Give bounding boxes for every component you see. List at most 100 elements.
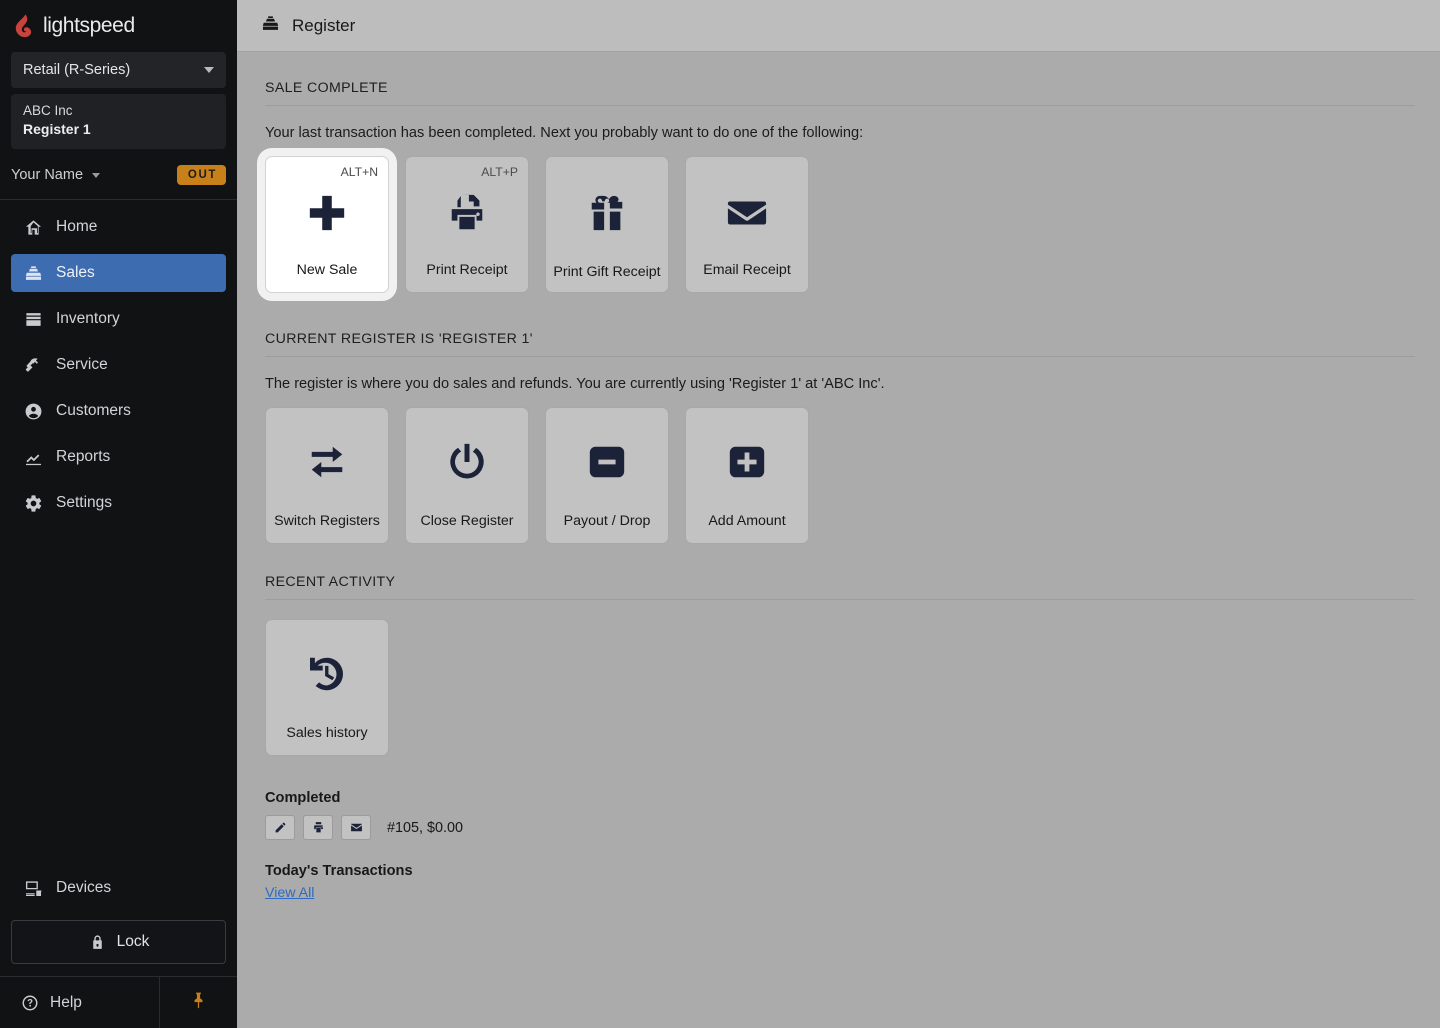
- print-transaction-button[interactable]: [303, 815, 333, 840]
- store-info[interactable]: ABC Inc Register 1: [11, 94, 226, 150]
- close-register-label: Close Register: [420, 513, 514, 530]
- lock-button[interactable]: Lock: [11, 920, 226, 964]
- chevron-down-icon: [92, 172, 101, 178]
- user-name: Your Name: [11, 167, 84, 184]
- printer-icon: [446, 191, 488, 235]
- switch-registers-label: Switch Registers: [274, 513, 380, 530]
- plus-square-icon: [726, 440, 768, 484]
- minus-square-icon: [586, 440, 628, 484]
- sale-complete-tiles: ALT+N New Sale ALT+P Print Receipt Print…: [265, 156, 1415, 293]
- section-heading-sale-complete: SALE COMPLETE: [265, 80, 1415, 106]
- help-button[interactable]: Help: [0, 977, 160, 1028]
- close-register-tile[interactable]: Close Register: [405, 407, 529, 544]
- product-select[interactable]: Retail (R-Series): [11, 52, 226, 88]
- view-all-link[interactable]: View All: [265, 885, 314, 901]
- page-title: Register: [292, 15, 356, 35]
- sidebar-item-sales[interactable]: Sales: [11, 254, 226, 293]
- new-sale-tile[interactable]: ALT+N New Sale: [265, 156, 389, 293]
- chevron-down-icon: [204, 67, 214, 73]
- pin-sidebar-button[interactable]: [160, 977, 237, 1028]
- brand-name: lightspeed: [43, 14, 135, 37]
- completed-title: Completed: [265, 790, 341, 806]
- sidebar-item-label: Customers: [56, 402, 131, 420]
- recent-activity-tiles: Sales history: [265, 619, 1415, 756]
- monitor-icon: [24, 879, 43, 898]
- brand-logo[interactable]: lightspeed: [0, 0, 237, 52]
- section-description-sale-complete: Your last transaction has been completed…: [265, 125, 864, 141]
- power-icon: [446, 440, 488, 484]
- payout-drop-label: Payout / Drop: [563, 513, 651, 530]
- print-gift-receipt-tile[interactable]: Print Gift Receipt: [545, 156, 669, 293]
- new-sale-label: New Sale: [296, 262, 358, 279]
- section-heading-current-register: CURRENT REGISTER IS 'REGISTER 1': [265, 331, 1415, 357]
- envelope-icon: [726, 191, 768, 235]
- current-register-tiles: Switch Registers Close Register Payout /…: [265, 407, 1415, 544]
- user-row: Your Name OUT: [0, 151, 237, 199]
- sidebar-item-label: Sales: [56, 264, 95, 282]
- sidebar-item-label: Inventory: [56, 310, 120, 328]
- section-description-current-register: The register is where you do sales and r…: [265, 376, 885, 392]
- email-receipt-label: Email Receipt: [703, 262, 791, 279]
- email-transaction-button[interactable]: [341, 815, 371, 840]
- email-receipt-tile[interactable]: Email Receipt: [685, 156, 809, 293]
- history-clock-icon: [306, 652, 348, 696]
- sidebar-item-label: Home: [56, 218, 98, 236]
- sales-history-tile[interactable]: Sales history: [265, 619, 389, 756]
- sidebar: lightspeed Retail (R-Series) ABC Inc Reg…: [0, 0, 237, 1028]
- section-heading-recent-activity: RECENT ACTIVITY: [265, 574, 1415, 600]
- person-circle-icon: [24, 402, 43, 421]
- pushpin-icon: [189, 991, 208, 1015]
- sales-history-label: Sales history: [286, 725, 368, 742]
- add-amount-tile[interactable]: Add Amount: [685, 407, 809, 544]
- sidebar-nav: Home Sales Inventory Service Customers R…: [0, 200, 237, 530]
- todays-transactions-title: Today's Transactions: [265, 863, 413, 879]
- question-circle-icon: [20, 993, 39, 1012]
- edit-transaction-button[interactable]: [265, 815, 295, 840]
- completed-block: Completed #105, $0.00 Today's Transactio…: [265, 790, 1415, 902]
- lock-icon: [88, 933, 107, 952]
- register-icon: [24, 264, 43, 283]
- user-menu[interactable]: Your Name: [11, 167, 101, 184]
- sidebar-item-reports[interactable]: Reports: [11, 438, 226, 476]
- gift-icon: [586, 191, 628, 235]
- sidebar-item-service[interactable]: Service: [11, 346, 226, 384]
- hammer-icon: [24, 356, 43, 375]
- plus-icon: [306, 191, 348, 235]
- new-sale-hotkey: ALT+N: [340, 165, 378, 179]
- sidebar-item-label: Reports: [56, 448, 111, 466]
- lock-button-label: Lock: [116, 933, 150, 950]
- sidebar-item-home[interactable]: Home: [11, 208, 226, 246]
- sidebar-item-inventory[interactable]: Inventory: [11, 300, 226, 338]
- add-amount-label: Add Amount: [708, 513, 786, 530]
- lightspeed-flame-icon: [14, 14, 36, 38]
- swap-arrows-icon: [306, 440, 348, 484]
- payout-drop-tile[interactable]: Payout / Drop: [545, 407, 669, 544]
- topbar: Register: [237, 0, 1440, 52]
- print-receipt-label: Print Receipt: [426, 262, 508, 279]
- sidebar-item-settings[interactable]: Settings: [11, 484, 226, 522]
- inventory-box-icon: [24, 310, 43, 329]
- sidebar-item-devices[interactable]: Devices: [0, 868, 237, 908]
- product-select-value: Retail (R-Series): [23, 62, 131, 78]
- content: SALE COMPLETE Your last transaction has …: [237, 52, 1440, 1028]
- sidebar-item-label: Service: [56, 356, 108, 374]
- register-icon: [261, 14, 280, 38]
- app-root: lightspeed Retail (R-Series) ABC Inc Reg…: [0, 0, 1440, 1028]
- sidebar-item-customers[interactable]: Customers: [11, 392, 226, 430]
- completed-summary: #105, $0.00: [387, 819, 464, 836]
- clock-status-badge[interactable]: OUT: [176, 165, 226, 186]
- store-register: Register 1: [23, 121, 91, 138]
- print-gift-receipt-label: Print Gift Receipt: [553, 264, 661, 281]
- help-label: Help: [50, 993, 82, 1011]
- print-receipt-tile[interactable]: ALT+P Print Receipt: [405, 156, 529, 293]
- switch-registers-tile[interactable]: Switch Registers: [265, 407, 389, 544]
- main-area: Register SALE COMPLETE Your last transac…: [237, 0, 1440, 1028]
- gear-icon: [24, 494, 43, 513]
- print-receipt-hotkey: ALT+P: [481, 165, 518, 179]
- home-icon: [24, 218, 43, 237]
- sidebar-bottom-bar: Help: [0, 976, 237, 1028]
- sidebar-item-label: Settings: [56, 494, 113, 512]
